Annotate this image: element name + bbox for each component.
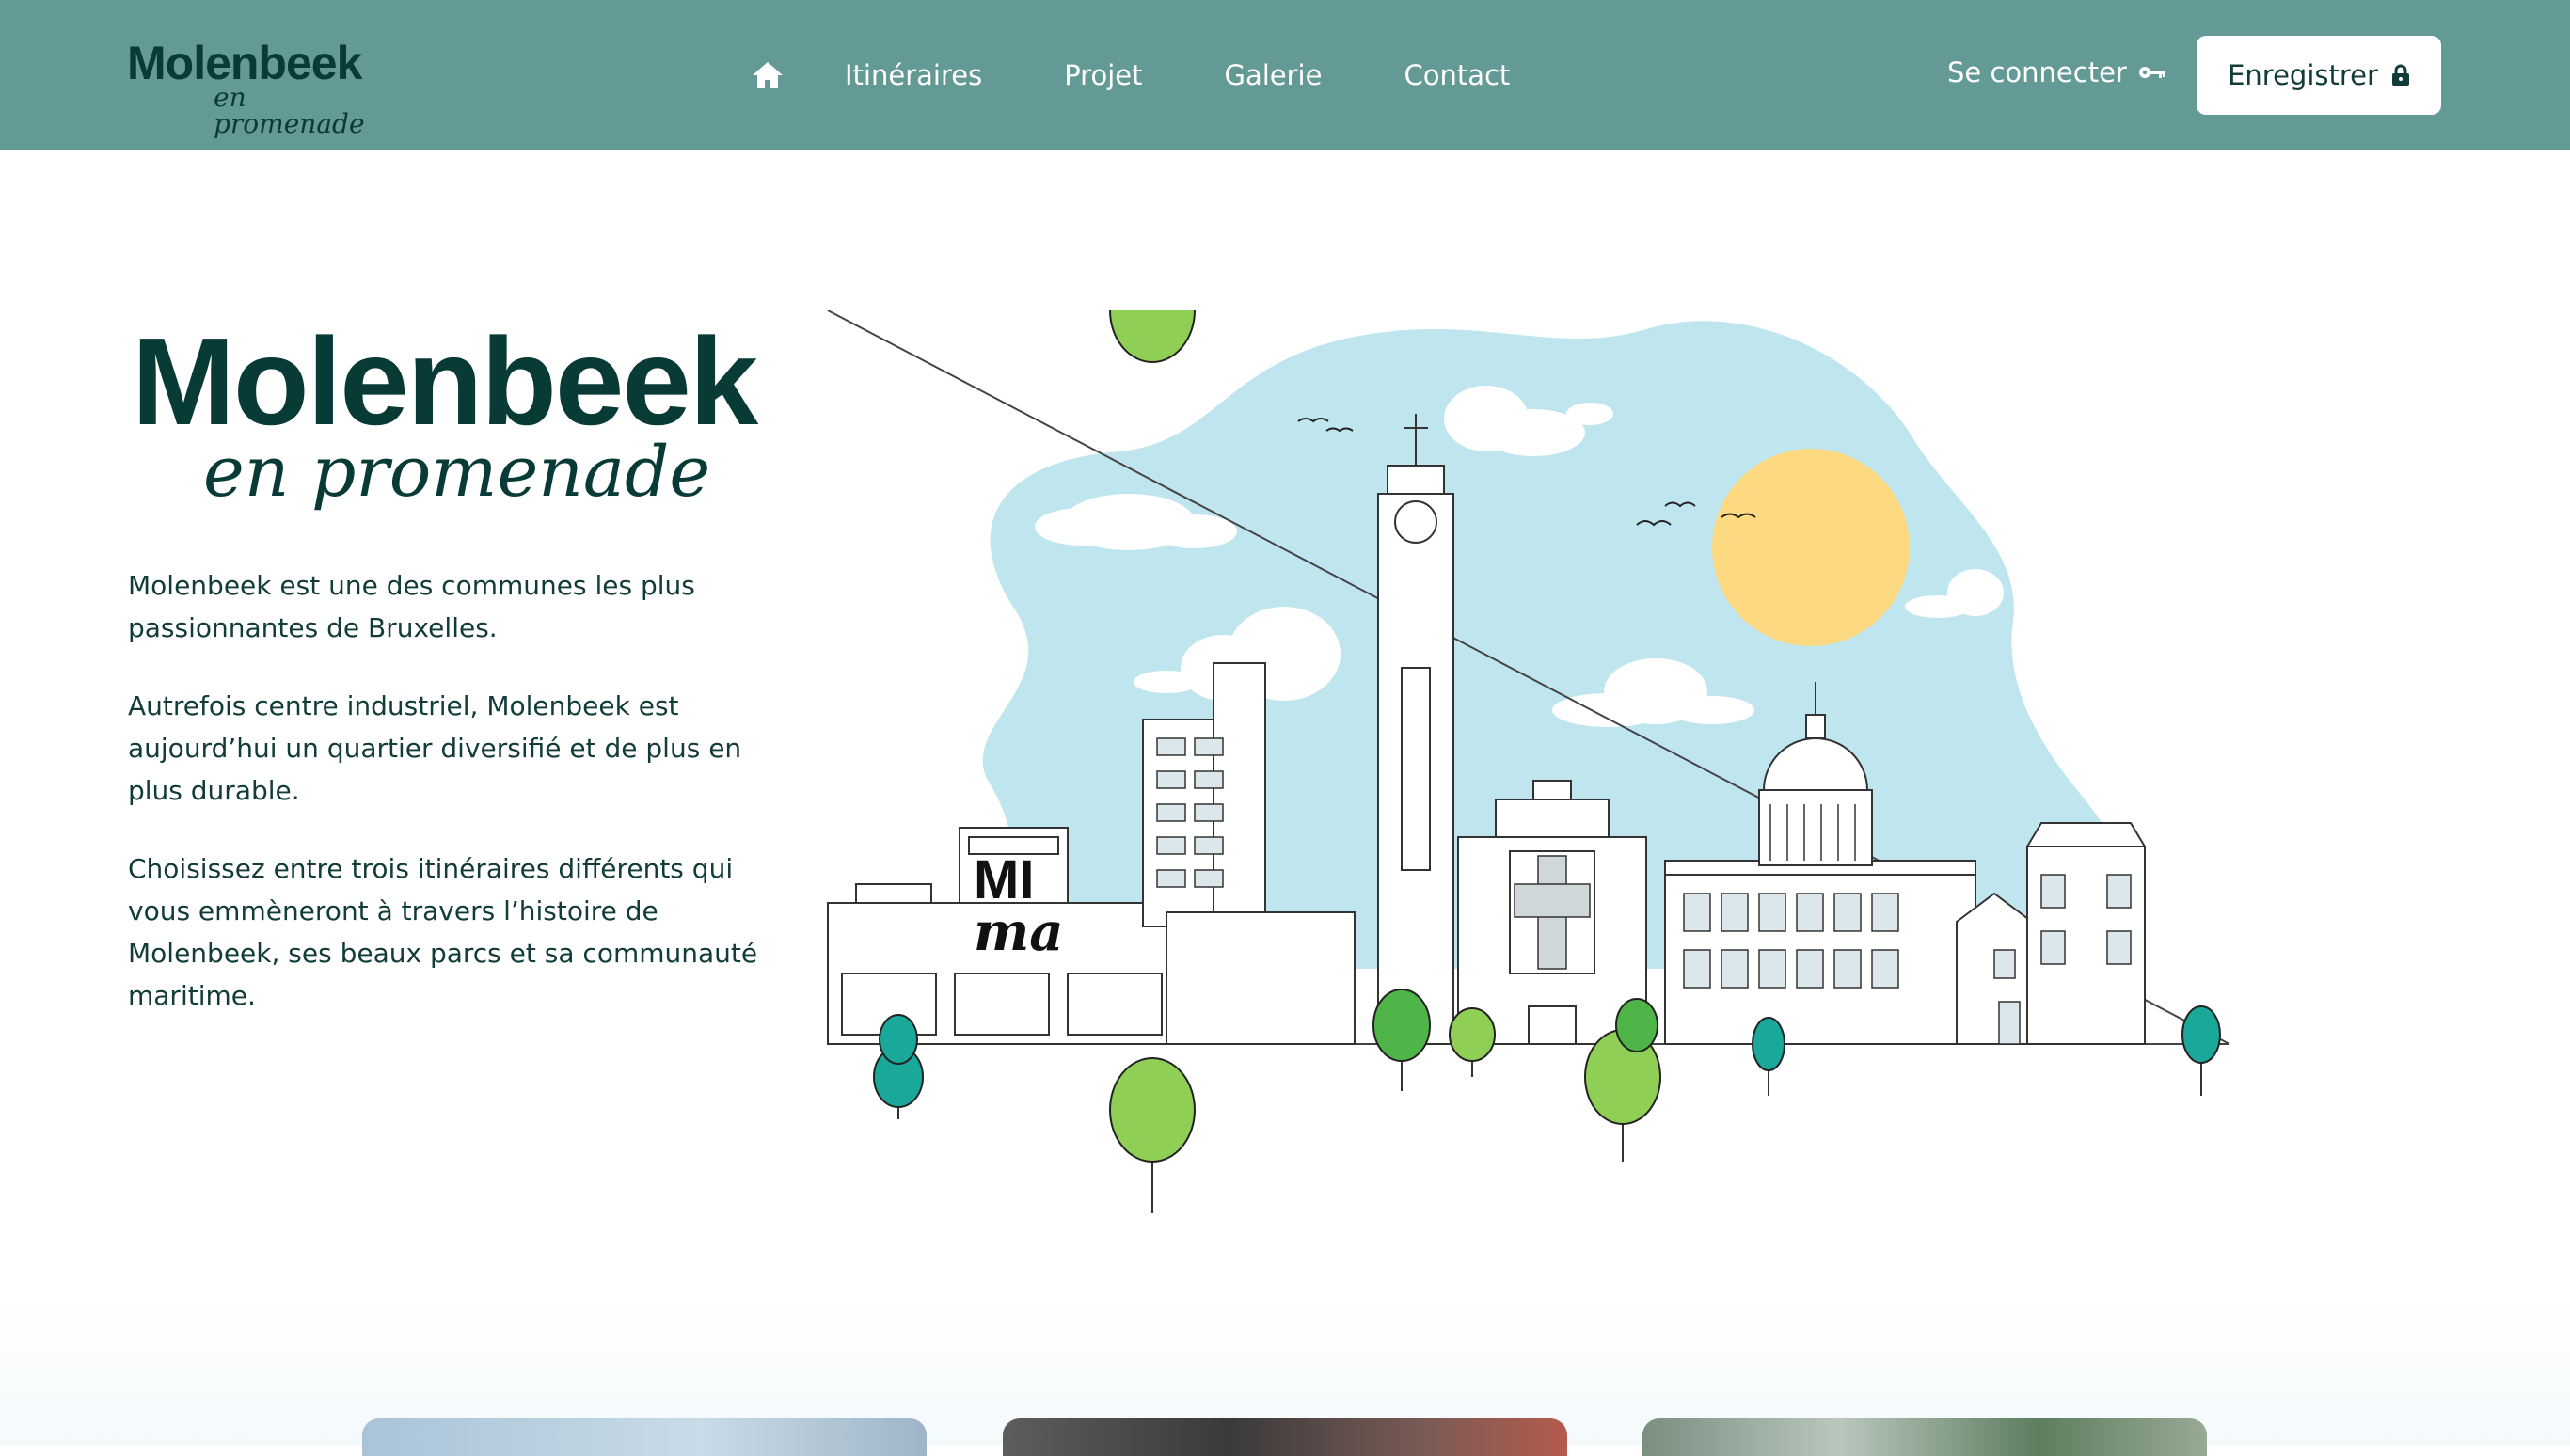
header-logo-word: Molenbeek xyxy=(127,37,362,89)
main-nav: Itinéraires Projet Galerie Contact xyxy=(743,51,1592,100)
itinerary-card-2-image[interactable] xyxy=(1003,1418,1567,1456)
hero-logo-script: en promenade xyxy=(203,432,711,513)
skyline-illustration: MI ma xyxy=(818,258,2248,1232)
hero-paragraph-1: Molenbeek est une des communes les plus … xyxy=(128,570,695,643)
hero-description: Molenbeek est une des communes les plus … xyxy=(128,564,786,1052)
itinerary-card-1-image[interactable] xyxy=(362,1418,927,1456)
top-navbar: Molenbeek en promenade Itinéraires Proje… xyxy=(0,0,2570,150)
register-button[interactable]: Enregistrer xyxy=(2197,36,2441,115)
sun xyxy=(1712,449,1910,646)
skyline-svg: MI ma xyxy=(827,258,2230,1213)
login-label: Se connecter xyxy=(1947,56,2127,88)
hero-logo: Molenbeek en promenade xyxy=(132,320,790,536)
nav-galerie[interactable]: Galerie xyxy=(1224,59,1322,91)
key-icon xyxy=(2138,65,2166,80)
mima-sign-line2: ma xyxy=(974,901,1064,963)
header-logo[interactable]: Molenbeek en promenade xyxy=(127,37,381,137)
nav-projet[interactable]: Projet xyxy=(1064,59,1142,91)
home-icon[interactable] xyxy=(743,51,792,100)
hero-paragraph-3: Choisissez entre trois itinéraires diffé… xyxy=(128,853,758,1011)
hero-paragraph-2: Autrefois centre industriel, Molenbeek e… xyxy=(128,690,742,806)
login-link[interactable]: Se connecter xyxy=(1947,56,2166,88)
hero-logo-word: Molenbeek xyxy=(132,312,758,451)
nav-contact[interactable]: Contact xyxy=(1404,59,1510,91)
itinerary-card-3-image[interactable] xyxy=(1642,1418,2207,1456)
header-logo-script: en promenade xyxy=(214,82,365,139)
lock-icon xyxy=(2391,64,2410,87)
register-label: Enregistrer xyxy=(2228,59,2378,91)
nav-itineraires[interactable]: Itinéraires xyxy=(845,59,982,91)
